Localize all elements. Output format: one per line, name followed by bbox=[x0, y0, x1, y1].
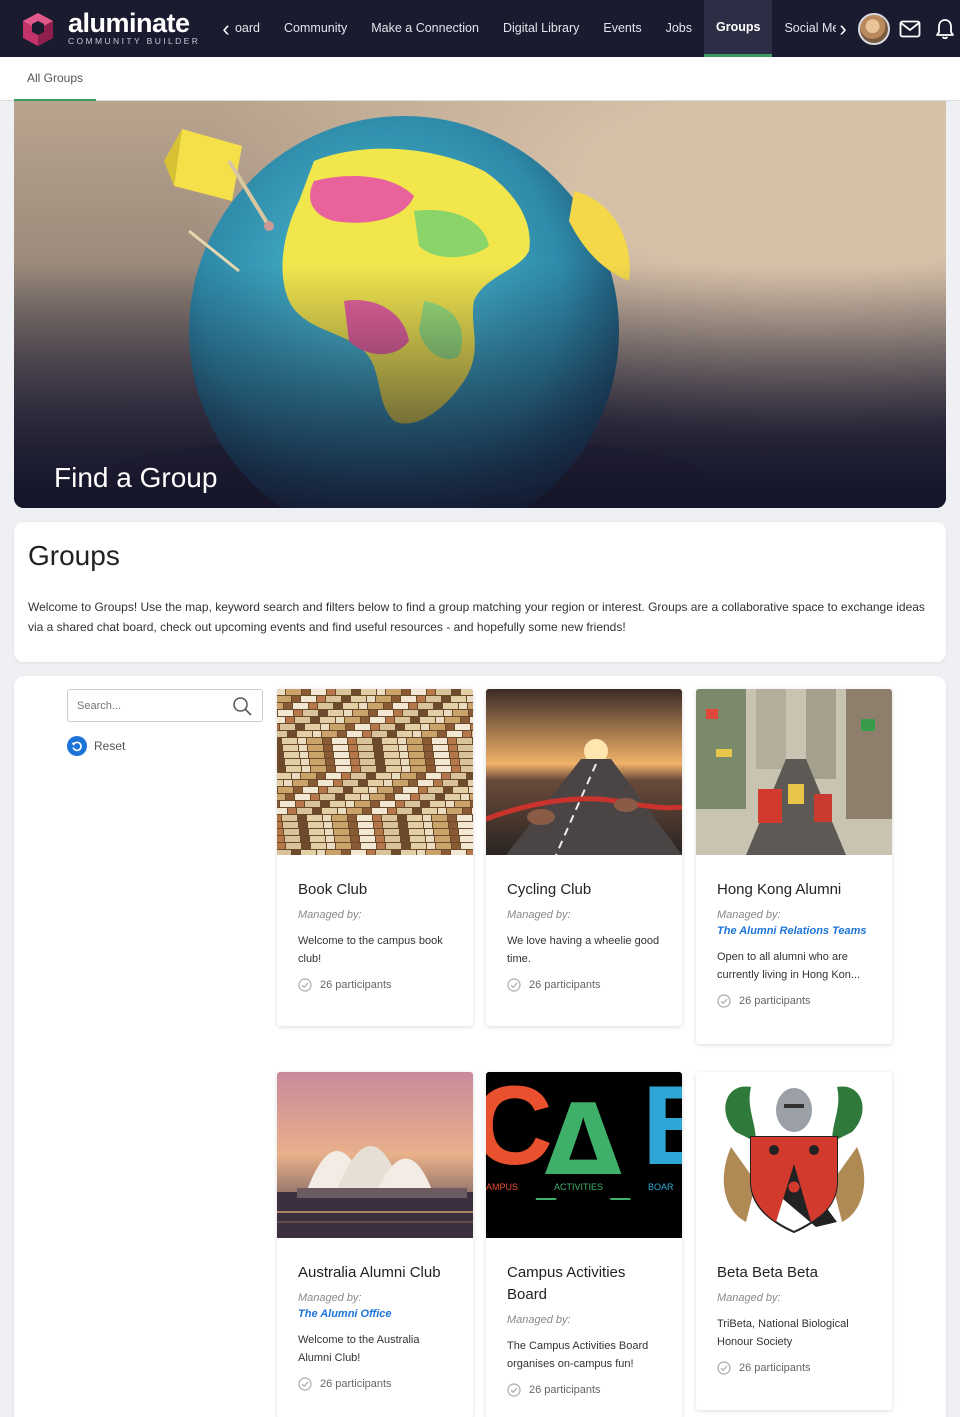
hero-title: Find a Group bbox=[54, 462, 218, 493]
group-name: Australia Alumni Club bbox=[298, 1264, 441, 1281]
group-card-cycling-club[interactable]: Cycling Club Managed by: We love having … bbox=[486, 689, 682, 1026]
participants-count: 26 participants bbox=[507, 1383, 662, 1397]
book-club-image bbox=[277, 689, 473, 855]
participants-count: 26 participants bbox=[298, 1377, 453, 1391]
participants-label: 26 participants bbox=[739, 1362, 811, 1374]
nav-item-social-media[interactable]: Social Me bbox=[772, 0, 836, 57]
mail-icon[interactable] bbox=[895, 14, 925, 44]
group-description: We love having a wheelie good time. bbox=[507, 935, 660, 965]
managed-by-label: Managed by: bbox=[298, 909, 362, 921]
search-input[interactable] bbox=[77, 699, 227, 712]
sub-nav: All Groups bbox=[0, 57, 960, 101]
group-name: Cycling Club bbox=[507, 881, 592, 898]
page-title: Groups bbox=[28, 540, 120, 571]
nav-item-groups[interactable]: Groups bbox=[703, 0, 773, 57]
managed-by-label: Managed by: bbox=[507, 909, 571, 921]
hong-kong-image bbox=[696, 689, 892, 855]
manager-link[interactable]: The Alumni Relations Teams bbox=[717, 925, 872, 937]
cab-letter-b: B bbox=[642, 1072, 682, 1188]
check-circle-icon bbox=[717, 994, 731, 1008]
check-circle-icon bbox=[507, 1383, 521, 1397]
group-card-beta-beta-beta[interactable]: Beta Beta Beta Managed by: TriBeta, Nati… bbox=[696, 1072, 892, 1410]
group-description: The Campus Activities Board organises on… bbox=[507, 1340, 649, 1370]
nav-item-digital-library[interactable]: Digital Library bbox=[491, 0, 591, 57]
groups-list-panel: Reset Book Club Managed by: Welcome to t… bbox=[14, 676, 946, 1417]
cab-logo-image: C A B AMPUS ACTIVITIES BOAR bbox=[486, 1072, 682, 1238]
group-card-australia-alumni-club[interactable]: Australia Alumni Club Managed by: The Al… bbox=[277, 1072, 473, 1417]
cycling-club-image bbox=[486, 689, 682, 855]
avatar[interactable] bbox=[858, 12, 891, 45]
reset-icon bbox=[67, 736, 87, 756]
page-description: Welcome to Groups! Use the map, keyword … bbox=[28, 600, 925, 634]
check-circle-icon bbox=[298, 978, 312, 992]
participants-count: 26 participants bbox=[507, 978, 662, 992]
participants-label: 26 participants bbox=[529, 1384, 601, 1396]
check-circle-icon bbox=[717, 1361, 731, 1375]
cab-letter-a: A bbox=[532, 1072, 635, 1231]
nav-item-make-a-connection[interactable]: Make a Connection bbox=[359, 0, 491, 57]
logo-subtitle: COMMUNITY BUILDER bbox=[68, 36, 201, 46]
group-description: Welcome to the Australia Alumni Club! bbox=[298, 1334, 420, 1364]
nav-items: oard Community Make a Connection Digital… bbox=[233, 0, 836, 57]
coat-of-arms-image bbox=[696, 1072, 892, 1238]
managed-by-label: Managed by: bbox=[717, 909, 781, 921]
nav-item-jobs[interactable]: Jobs bbox=[654, 0, 704, 57]
sydney-opera-house-image bbox=[277, 1072, 473, 1238]
participants-count: 26 participants bbox=[298, 978, 453, 992]
tab-all-groups[interactable]: All Groups bbox=[14, 57, 96, 101]
participants-label: 26 participants bbox=[739, 995, 811, 1007]
reset-button[interactable]: Reset bbox=[67, 736, 125, 756]
participants-label: 26 participants bbox=[320, 1378, 392, 1390]
group-name: Hong Kong Alumni bbox=[717, 881, 842, 898]
nav-item-events[interactable]: Events bbox=[591, 0, 653, 57]
cab-word-board: BOAR bbox=[648, 1182, 674, 1192]
group-name: Campus Activities Board bbox=[507, 1264, 626, 1303]
managed-by-label: Managed by: bbox=[507, 1314, 571, 1326]
group-card-book-club[interactable]: Book Club Managed by: Welcome to the cam… bbox=[277, 689, 473, 1026]
participants-count: 26 participants bbox=[717, 994, 872, 1008]
top-nav: aluminate COMMUNITY BUILDER ‹ oard Commu… bbox=[0, 0, 960, 57]
logo-word: aluminate bbox=[68, 8, 190, 38]
bell-icon[interactable] bbox=[930, 14, 960, 44]
participants-label: 26 participants bbox=[529, 979, 601, 991]
group-description: Open to all alumni who are currently liv… bbox=[717, 951, 861, 981]
cab-word-campus: AMPUS bbox=[486, 1182, 518, 1192]
manager-link[interactable]: The Alumni Office bbox=[298, 1308, 453, 1320]
participants-count: 26 participants bbox=[717, 1361, 872, 1375]
hero-banner: Find a Group bbox=[14, 101, 946, 508]
nav-scroll-right-icon[interactable]: › bbox=[836, 0, 850, 57]
logo-cube-icon bbox=[20, 11, 56, 47]
hero-overlay bbox=[14, 101, 946, 508]
group-description: Welcome to the campus book club! bbox=[298, 935, 443, 965]
nav-item-community[interactable]: Community bbox=[272, 0, 359, 57]
managed-by-label: Managed by: bbox=[717, 1292, 781, 1304]
groups-intro-card: Groups Welcome to Groups! Use the map, k… bbox=[14, 522, 946, 662]
group-card-hong-kong-alumni[interactable]: Hong Kong Alumni Managed by: The Alumni … bbox=[696, 689, 892, 1044]
logo[interactable]: aluminate COMMUNITY BUILDER bbox=[20, 0, 219, 57]
group-card-campus-activities-board[interactable]: C A B AMPUS ACTIVITIES BOAR Campus Activ… bbox=[486, 1072, 682, 1417]
nav-scroll-left-icon[interactable]: ‹ bbox=[219, 0, 233, 57]
search-icon[interactable] bbox=[232, 696, 252, 721]
group-name: Beta Beta Beta bbox=[717, 1264, 818, 1281]
check-circle-icon bbox=[507, 978, 521, 992]
check-circle-icon bbox=[298, 1377, 312, 1391]
group-name: Book Club bbox=[298, 881, 368, 898]
managed-by-label: Managed by: bbox=[298, 1292, 362, 1304]
cab-word-activities: ACTIVITIES bbox=[554, 1182, 603, 1192]
reset-label: Reset bbox=[94, 739, 126, 753]
search-field[interactable] bbox=[67, 689, 263, 722]
participants-label: 26 participants bbox=[320, 979, 392, 991]
nav-item-dashboard[interactable]: oard bbox=[233, 0, 272, 57]
group-description: TriBeta, National Biological Honour Soci… bbox=[717, 1318, 849, 1348]
